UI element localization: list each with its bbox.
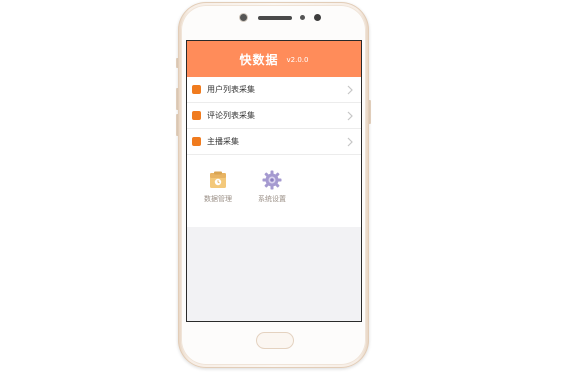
folder-icon [210,171,226,188]
front-camera [240,14,247,21]
app-title: 快数据 [239,52,279,67]
shortcut-label: 数据管理 [204,195,232,203]
app-header: 快数据 v2.0.0 [187,41,361,77]
app-version: v2.0.0 [286,56,309,64]
menu-item-streamer[interactable]: 主播采集 [187,129,361,155]
phone-screen: 快数据 v2.0.0 用户列表采集 评论列表采集 主播采集 数据管理 系统设置 [186,40,362,322]
menu-item-comment-list[interactable]: 评论列表采集 [187,103,361,129]
shortcut-label: 系统设置 [258,195,286,203]
shortcut-data-management[interactable]: 数据管理 [196,169,240,204]
chevron-right-icon [347,137,353,147]
chevron-right-icon [347,85,353,95]
gear-icon [262,170,282,190]
orange-square-icon [192,85,201,94]
earpiece-speaker [258,16,292,20]
home-button[interactable] [256,332,294,349]
light-sensor [314,14,321,21]
stage: 快数据 v2.0.0 用户列表采集 评论列表采集 主播采集 数据管理 系统设置 [0,0,576,374]
shortcut-grid: 数据管理 系统设置 [187,155,361,227]
menu-item-label: 用户列表采集 [207,85,255,94]
menu-item-user-list[interactable]: 用户列表采集 [187,77,361,103]
menu-list: 用户列表采集 评论列表采集 主播采集 [187,77,361,155]
proximity-sensor [300,15,305,20]
menu-item-label: 主播采集 [207,137,239,146]
orange-square-icon [192,111,201,120]
menu-item-label: 评论列表采集 [207,111,255,120]
orange-square-icon [192,137,201,146]
shortcut-system-settings[interactable]: 系统设置 [250,169,294,204]
chevron-right-icon [347,111,353,121]
